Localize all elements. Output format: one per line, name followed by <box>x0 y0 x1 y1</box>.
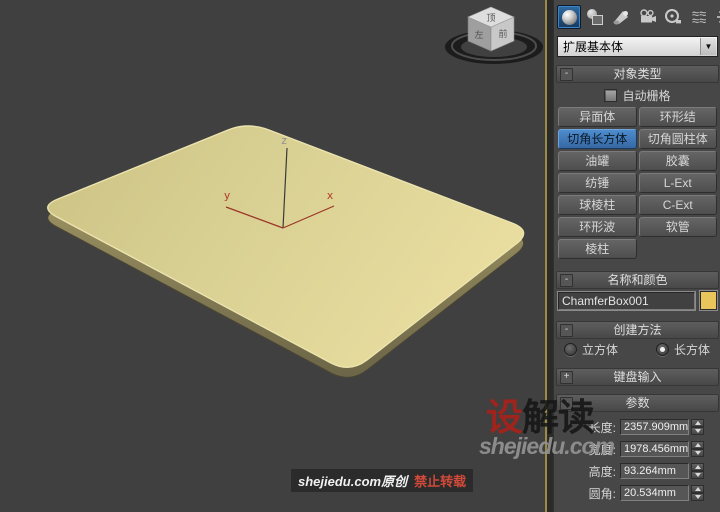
param-length-row: 长度: 2357.909mm <box>558 419 715 435</box>
button-prism[interactable]: 棱柱 <box>558 239 637 259</box>
param-width-row: 宽度: 1978.456mm <box>558 441 715 457</box>
button-hedra[interactable]: 异面体 <box>558 107 637 127</box>
param-length-input[interactable]: 2357.909mm <box>620 419 689 435</box>
param-height-spinner[interactable] <box>691 463 704 479</box>
collapse-toggle[interactable]: - <box>560 274 573 287</box>
param-fillet-row: 圆角: 20.534mm <box>558 485 715 501</box>
radio-box-label: 长方体 <box>674 342 711 357</box>
command-panel: ≈≈ ≈≈ 扩展基本体 ▼ - 对象类型 自动栅格 异面体 环形结 切角长方体 … <box>553 0 720 512</box>
rollout-title: 名称和颜色 <box>607 273 668 287</box>
create-category-row: ≈≈ ≈≈ <box>554 0 720 31</box>
object-color-swatch[interactable] <box>700 291 717 310</box>
object-name-input[interactable]: ChamferBox001 <box>558 291 695 310</box>
dropdown-arrow-icon[interactable]: ▼ <box>700 38 716 55</box>
collapse-toggle[interactable]: - <box>560 324 573 337</box>
button-torus-knot[interactable]: 环形结 <box>638 107 717 127</box>
expand-toggle[interactable]: + <box>560 371 573 384</box>
active-viewport-border <box>545 0 547 512</box>
viewcube[interactable]: 顶 左 前 <box>445 6 543 64</box>
collapse-toggle[interactable]: - <box>560 68 573 81</box>
viewcube-top-label: 顶 <box>486 13 495 23</box>
param-fillet-spinner[interactable] <box>691 485 704 501</box>
param-fillet-label: 圆角: <box>588 486 616 501</box>
lights-icon[interactable] <box>609 5 633 29</box>
rollout-title: 创建方法 <box>613 323 662 337</box>
param-fillet-input[interactable]: 20.534mm <box>620 485 689 501</box>
rollout-title: 参数 <box>625 396 650 410</box>
radio-box-circle[interactable] <box>656 342 670 356</box>
spinner-down[interactable] <box>691 449 704 457</box>
rollout-header-name-color[interactable]: - 名称和颜色 <box>556 271 719 289</box>
chamfer-box-top <box>47 125 525 368</box>
spinner-down[interactable] <box>691 493 704 501</box>
collapse-toggle[interactable]: - <box>560 397 573 410</box>
spinner-up[interactable] <box>691 441 704 449</box>
viewcube-front-label: 前 <box>498 28 507 39</box>
subcategory-dropdown[interactable]: 扩展基本体 ▼ <box>557 36 718 57</box>
watermark-credit-text: shejiedu.com原创 <box>298 474 408 489</box>
radio-box[interactable]: 长方体 <box>656 341 710 358</box>
button-hose[interactable]: 软管 <box>638 217 717 237</box>
x-axis-label: x <box>327 189 334 202</box>
spinner-up[interactable] <box>691 485 704 493</box>
button-chamfer-cyl[interactable]: 切角圆柱体 <box>638 129 717 149</box>
rollout-object-type: - 对象类型 自动栅格 异面体 环形结 切角长方体 切角圆柱体 油罐 胶囊 纺锤… <box>556 65 719 263</box>
rollout-title: 键盘输入 <box>613 370 662 384</box>
shapes-icon[interactable] <box>583 5 607 29</box>
z-axis-label: z <box>281 134 288 147</box>
viewport-canvas: z x y 顶 左 前 <box>47 6 543 378</box>
object-type-buttons: 异面体 环形结 切角长方体 切角圆柱体 油罐 胶囊 纺锤 L-Ext 球棱柱 C… <box>558 106 717 260</box>
3dsmax-screenshot: { "panel": { "category_icons": ["geometr… <box>0 0 720 512</box>
spinner-up[interactable] <box>691 463 704 471</box>
button-spindle[interactable]: 纺锤 <box>558 173 637 193</box>
button-capsule[interactable]: 胶囊 <box>638 151 717 171</box>
helpers-icon[interactable] <box>661 5 685 29</box>
geometry-icon[interactable] <box>557 5 581 29</box>
button-ringwave[interactable]: 环形波 <box>558 217 637 237</box>
perspective-viewport[interactable]: z x y 顶 左 前 shejiedu.com原创 禁止转载 <box>0 0 547 512</box>
button-l-ext[interactable]: L-Ext <box>638 173 717 193</box>
rollout-header-keyboard-entry[interactable]: + 键盘输入 <box>556 368 719 386</box>
radio-cube-label: 立方体 <box>582 342 619 357</box>
sphere-glyph <box>561 9 577 25</box>
param-width-input[interactable]: 1978.456mm <box>620 441 689 457</box>
space-warps-icon[interactable]: ≈≈ ≈≈ <box>687 5 711 29</box>
button-chamfer-box[interactable]: 切角长方体 <box>558 129 637 149</box>
rollout-parameters: - 参数 长度: 2357.909mm 宽度: 1978.456mm 高度: 9… <box>556 394 719 510</box>
systems-icon[interactable] <box>713 5 720 29</box>
param-height-row: 高度: 93.264mm <box>558 463 715 479</box>
autogrid-label: 自动栅格 <box>622 89 671 103</box>
viewcube-left-label: 左 <box>474 29 483 40</box>
param-length-label: 长度: <box>588 420 616 435</box>
dropdown-value: 扩展基本体 <box>563 40 624 54</box>
watermark-warning-text: 禁止转载 <box>414 474 467 489</box>
param-width-spinner[interactable] <box>691 441 704 457</box>
rollout-header-parameters[interactable]: - 参数 <box>556 394 719 412</box>
button-oil-tank[interactable]: 油罐 <box>558 151 637 171</box>
rollout-header-object-type[interactable]: - 对象类型 <box>556 65 719 83</box>
spinner-down[interactable] <box>691 427 704 435</box>
button-gengon[interactable]: 球棱柱 <box>558 195 637 215</box>
rollout-creation-method: - 创建方法 立方体 长方体 <box>556 321 719 360</box>
autogrid-checkbox[interactable] <box>604 89 618 102</box>
y-axis-label: y <box>224 189 231 202</box>
cameras-icon[interactable] <box>635 5 659 29</box>
button-c-ext[interactable]: C-Ext <box>638 195 717 215</box>
watermark-bar: shejiedu.com原创 禁止转载 <box>291 469 474 492</box>
rollout-title: 对象类型 <box>613 67 662 81</box>
param-height-label: 高度: <box>588 464 616 479</box>
radio-cube[interactable]: 立方体 <box>564 341 618 358</box>
spinner-up[interactable] <box>691 419 704 427</box>
autogrid-row: 自动栅格 <box>558 88 717 103</box>
param-length-spinner[interactable] <box>691 419 704 435</box>
rollout-keyboard-entry: + 键盘输入 <box>556 368 719 386</box>
rollout-header-creation-method[interactable]: - 创建方法 <box>556 321 719 339</box>
spinner-down[interactable] <box>691 471 704 479</box>
rollout-name-color: - 名称和颜色 ChamferBox001 <box>556 271 719 313</box>
radio-cube-circle[interactable] <box>564 342 577 356</box>
param-width-label: 宽度: <box>588 442 616 457</box>
param-height-input[interactable]: 93.264mm <box>620 463 689 479</box>
